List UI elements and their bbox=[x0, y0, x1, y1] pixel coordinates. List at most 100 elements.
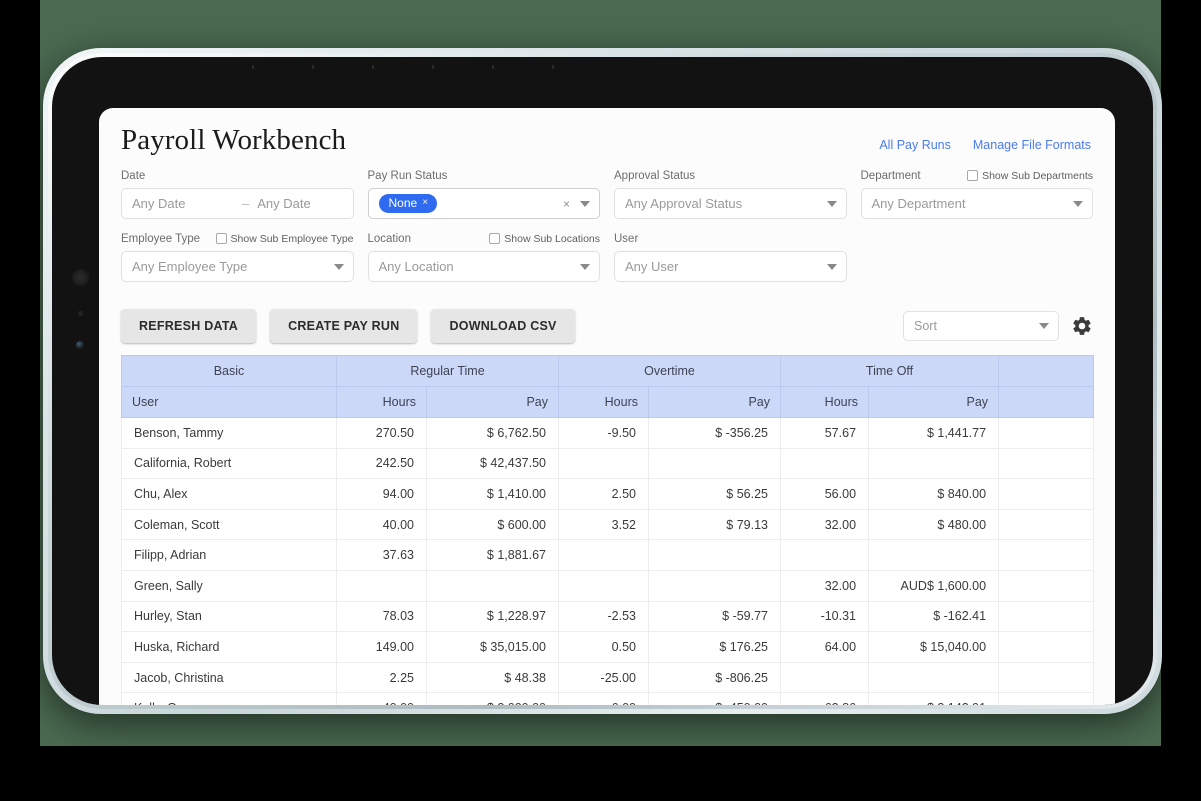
create-pay-run-button[interactable]: CREATE PAY RUN bbox=[270, 309, 418, 343]
chevron-down-icon[interactable] bbox=[580, 263, 590, 270]
chip-remove-icon[interactable]: × bbox=[422, 198, 428, 208]
user-select[interactable]: Any User bbox=[614, 251, 847, 282]
link-manage-file-formats[interactable]: Manage File Formats bbox=[973, 138, 1091, 152]
cell-ot-hours: -6.00 bbox=[558, 692, 649, 705]
group-header-end bbox=[998, 355, 1095, 387]
filter-row-1: Date Any Date – Any Date Pay Run Status … bbox=[121, 167, 1093, 219]
employee-type-select[interactable]: Any Employee Type bbox=[121, 251, 354, 282]
cell-to-pay bbox=[868, 661, 1000, 694]
chevron-down-icon[interactable] bbox=[826, 263, 837, 270]
filter-user: User Any User bbox=[614, 230, 847, 282]
checkbox-box[interactable] bbox=[215, 233, 227, 244]
cell-ot-pay: $ 79.13 bbox=[647, 508, 782, 541]
cell-ot-pay bbox=[647, 569, 782, 602]
column-header-rt-pay[interactable]: Pay bbox=[426, 386, 559, 418]
chevron-down-icon[interactable] bbox=[826, 200, 837, 207]
cell-end bbox=[998, 478, 1095, 510]
cell-to-pay: $ 840.00 bbox=[868, 478, 1000, 510]
cell-ot-hours: -25.00 bbox=[558, 661, 649, 694]
chevron-down-icon[interactable] bbox=[580, 200, 590, 207]
show-sub-locations-checkbox[interactable]: Show Sub Locations bbox=[489, 233, 600, 245]
column-header-to-hours[interactable]: Hours bbox=[780, 386, 870, 418]
chevron-down-icon[interactable] bbox=[1073, 200, 1083, 207]
table-row[interactable]: Green, Sally 32.00 AUD$ 1,600.00 bbox=[121, 569, 1095, 602]
cell-rt-pay: $ 6,762.50 bbox=[426, 417, 559, 449]
table-row[interactable]: Benson, Tammy 270.50 $ 6,762.50 -9.50 $ -356… bbox=[121, 417, 1095, 449]
filter-spacer bbox=[861, 230, 1094, 282]
show-sub-employee-type-checkbox[interactable]: Show Sub Employee Type bbox=[215, 233, 354, 245]
page-header: Payroll Workbench All Pay Runs Manage Fi… bbox=[99, 108, 1115, 157]
gear-icon[interactable] bbox=[1071, 315, 1093, 337]
cell-ot-pay bbox=[647, 447, 782, 480]
department-select[interactable]: Any Department bbox=[860, 188, 1093, 219]
location-value: Any Location bbox=[378, 259, 454, 274]
cell-to-hours: 57.67 bbox=[780, 417, 870, 449]
cell-ot-hours bbox=[558, 447, 649, 480]
cell-rt-hours: 40.00 bbox=[336, 692, 427, 705]
department-value: Any Department bbox=[871, 196, 966, 211]
column-header-ot-pay[interactable]: Pay bbox=[647, 386, 782, 418]
show-sub-departments-label: Show Sub Departments bbox=[982, 169, 1093, 182]
table-row[interactable]: Jacob, Christina 2.25 $ 48.38 -25.00 $ -806.… bbox=[121, 661, 1095, 694]
cell-rt-pay: $ 42,437.50 bbox=[426, 447, 559, 480]
cell-to-pay: $ 15,040.00 bbox=[868, 631, 1000, 663]
approval-status-select[interactable]: Any Approval Status bbox=[614, 188, 847, 219]
column-header-end bbox=[998, 386, 1095, 418]
column-header-user[interactable]: User bbox=[121, 386, 337, 418]
cell-end bbox=[998, 539, 1095, 571]
cell-rt-hours: 40.00 bbox=[336, 508, 427, 541]
payroll-table-container: Basic Regular Time Overtime Time Off Use… bbox=[99, 355, 1115, 705]
group-header-time-off: Time Off bbox=[780, 355, 1000, 387]
device-inner-ring: Payroll Workbench All Pay Runs Manage Fi… bbox=[48, 53, 1157, 709]
table-row[interactable]: Coleman, Scott 40.00 $ 600.00 3.52 $ 79.13 32… bbox=[121, 508, 1095, 541]
cell-user: Green, Sally bbox=[121, 569, 337, 602]
cell-user: Filipp, Adrian bbox=[121, 539, 337, 571]
sensor-dot-icon bbox=[78, 311, 83, 316]
pay-run-status-select[interactable]: None × × bbox=[367, 188, 600, 219]
pay-run-status-chip[interactable]: None × bbox=[378, 194, 438, 213]
table-row[interactable]: Chu, Alex 94.00 $ 1,410.00 2.50 $ 56.25 56.00… bbox=[121, 478, 1095, 510]
cell-to-hours bbox=[780, 661, 870, 694]
cell-to-hours: 56.00 bbox=[780, 478, 870, 510]
cell-rt-hours: 270.50 bbox=[336, 417, 427, 449]
cell-rt-hours: 2.25 bbox=[336, 661, 427, 694]
cell-to-hours: 64.00 bbox=[780, 631, 870, 663]
checkbox-box[interactable] bbox=[489, 233, 501, 244]
camera-icon bbox=[76, 341, 84, 349]
show-sub-departments-checkbox[interactable]: Show Sub Departments bbox=[967, 170, 1093, 182]
chevron-down-icon[interactable] bbox=[333, 263, 344, 270]
table-row[interactable]: Hurley, Stan 78.03 $ 1,228.97 -2.53 $ -59.77… bbox=[121, 600, 1095, 633]
table-row[interactable]: Kelly, Greg40.00$ 2,000.00-6.00$ -450.00… bbox=[121, 692, 1095, 705]
cell-end bbox=[998, 569, 1095, 602]
cell-to-hours: 62.86 bbox=[780, 692, 870, 705]
cell-rt-hours: 78.03 bbox=[336, 600, 427, 633]
link-all-pay-runs[interactable]: All Pay Runs bbox=[879, 138, 951, 152]
table-row[interactable]: California, Robert 242.50 $ 42,437.50 bbox=[121, 447, 1095, 480]
cell-to-hours bbox=[780, 447, 870, 480]
cell-ot-hours bbox=[558, 539, 649, 571]
refresh-data-button[interactable]: REFRESH DATA bbox=[121, 309, 257, 343]
column-header-ot-hours[interactable]: Hours bbox=[558, 386, 649, 418]
table-row[interactable]: Filipp, Adrian 37.63 $ 1,881.67 bbox=[121, 539, 1095, 571]
clear-icon[interactable]: × bbox=[563, 198, 570, 210]
action-toolbar: REFRESH DATA CREATE PAY RUN DOWNLOAD CSV… bbox=[99, 309, 1115, 355]
filter-date: Date Any Date – Any Date bbox=[121, 167, 354, 219]
chevron-down-icon[interactable] bbox=[1039, 323, 1049, 329]
chip-label: None bbox=[388, 196, 418, 210]
cell-ot-hours: 3.52 bbox=[558, 508, 649, 541]
filter-pay-run-status-label: Pay Run Status bbox=[367, 169, 448, 182]
cell-ot-hours: -2.53 bbox=[558, 600, 649, 633]
filter-department-label: Department bbox=[860, 169, 921, 182]
sort-select[interactable]: Sort bbox=[903, 311, 1059, 341]
location-select[interactable]: Any Location bbox=[367, 251, 600, 282]
date-range-input[interactable]: Any Date – Any Date bbox=[121, 188, 354, 219]
download-csv-button[interactable]: DOWNLOAD CSV bbox=[431, 309, 575, 343]
filter-employee-type: Employee Type Show Sub Employee Type Any… bbox=[121, 230, 354, 282]
checkbox-box[interactable] bbox=[967, 170, 979, 181]
user-value: Any User bbox=[625, 259, 679, 274]
table-row[interactable]: Huska, Richard 149.00 $ 35,015.00 0.50 $ 176… bbox=[121, 631, 1095, 663]
column-header-to-pay[interactable]: Pay bbox=[868, 386, 1000, 418]
cell-to-pay: $ 480.00 bbox=[868, 508, 1000, 541]
column-header-rt-hours[interactable]: Hours bbox=[336, 386, 427, 418]
filter-department: Department Show Sub Departments Any Depa… bbox=[860, 167, 1093, 219]
